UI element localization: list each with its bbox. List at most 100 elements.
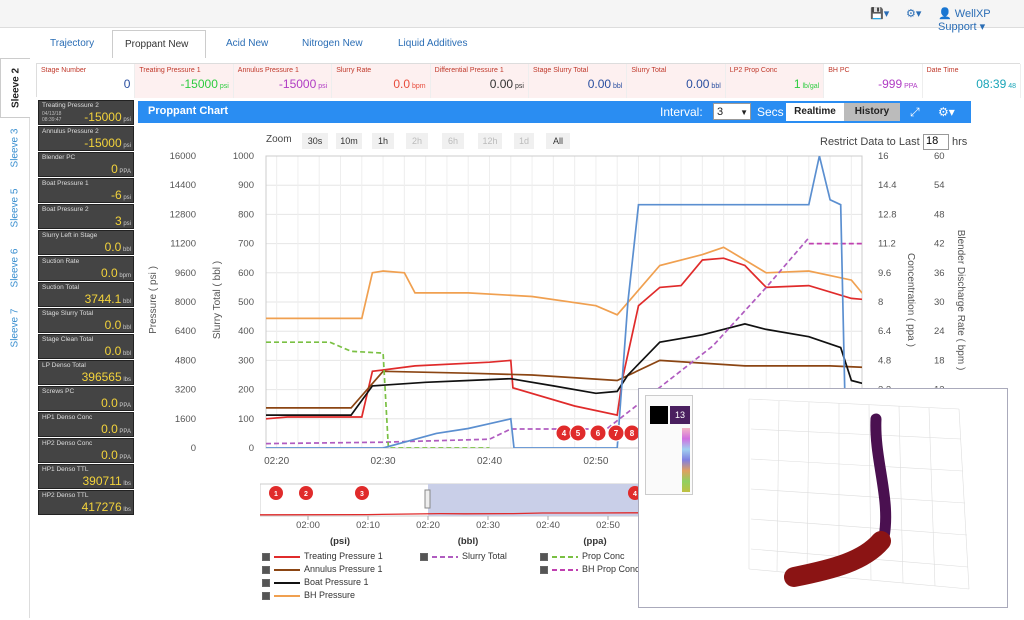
status-value: 0 xyxy=(124,77,131,91)
pressure-tick: 14400 xyxy=(170,180,196,191)
gauge-label: Suction Rate xyxy=(42,258,80,265)
wellbore-3d-view[interactable]: 13 xyxy=(638,388,1008,608)
time-tick: 02:40 xyxy=(477,456,502,467)
conc-tick: 8 xyxy=(878,297,883,308)
gauge-value: -15000 psi xyxy=(84,110,131,124)
legend-item-prop-conc[interactable]: Prop Conc xyxy=(540,551,625,561)
legend-item-treating-pressure-1[interactable]: Treating Pressure 1 xyxy=(262,551,383,561)
slurry-tick: 900 xyxy=(238,180,254,191)
nav-tick: 02:30 xyxy=(476,520,500,531)
conc-axis-title: Concentration ( ppa ) xyxy=(905,253,916,347)
slurry-tick: 500 xyxy=(238,297,254,308)
tab-sleeve-2[interactable]: Sleeve 2 xyxy=(0,58,30,118)
restrict-unit: hrs xyxy=(952,136,968,148)
tab-sleeve-3[interactable]: Sleeve 3 xyxy=(0,118,30,178)
gauge-value: 0.0 bbl xyxy=(105,318,131,332)
conc-tick: 12.8 xyxy=(878,209,897,220)
history-button[interactable]: History xyxy=(844,103,900,121)
zoom-button-6h[interactable]: 6h xyxy=(442,133,464,149)
pressure-tick: 3200 xyxy=(175,385,196,396)
gauge-label: Slurry Left in Stage xyxy=(42,232,98,239)
legend-checkbox[interactable] xyxy=(420,552,428,561)
status-number: 0.00 xyxy=(587,77,612,91)
zoom-button-all[interactable]: All xyxy=(546,133,570,149)
conc-tick: 9.6 xyxy=(878,268,891,279)
legend-checkbox[interactable] xyxy=(540,565,548,574)
user-menu[interactable]: 👤 WellXP Support ▾ xyxy=(938,7,1024,33)
status-label: Date Time xyxy=(926,67,959,74)
legend-item-annulus-pressure-1[interactable]: Annulus Pressure 1 xyxy=(262,564,383,574)
legend-checkbox[interactable] xyxy=(262,578,270,587)
zoom-button-12h[interactable]: 12h xyxy=(478,133,502,149)
gauge-unit: bbl xyxy=(121,299,131,305)
zoom-button-1h[interactable]: 1h xyxy=(372,133,394,149)
legend-checkbox[interactable] xyxy=(262,552,270,561)
interval-label: Interval: xyxy=(660,105,703,119)
tab-proppant-new[interactable]: Proppant New xyxy=(112,30,206,58)
legend-item-bh-prop-conc[interactable]: BH Prop Conc xyxy=(540,564,640,574)
navigator-selection[interactable] xyxy=(428,484,640,516)
status-number: 0 xyxy=(123,77,131,91)
rate-tick: 24 xyxy=(934,326,945,337)
tab-sleeve-7[interactable]: Sleeve 7 xyxy=(0,298,30,358)
zoom-button-10m[interactable]: 10m xyxy=(336,133,362,149)
gauge-number: 417276 xyxy=(81,500,122,514)
zoom-button-2h[interactable]: 2h xyxy=(406,133,428,149)
wellbore-3d-canvas xyxy=(748,398,970,590)
legend-checkbox[interactable] xyxy=(262,591,270,600)
legend-item-boat-pressure-1[interactable]: Boat Pressure 1 xyxy=(262,577,369,587)
realtime-button[interactable]: Realtime xyxy=(786,103,844,121)
legend-swatch xyxy=(274,581,300,584)
tab-sleeve-6[interactable]: Sleeve 6 xyxy=(0,238,30,298)
status-unit: 48 xyxy=(1006,83,1016,90)
legend-item-bh-pressure[interactable]: BH Pressure xyxy=(262,590,355,600)
slurry-tick: 700 xyxy=(238,239,254,250)
zoom-button-1d[interactable]: 1d xyxy=(514,133,534,149)
gauge-label: HP1 Denso TTL xyxy=(42,466,89,473)
status-treating-pressure-1: Treating Pressure 1 -15000 psi xyxy=(135,64,234,98)
zoom-button-30s[interactable]: 30s xyxy=(302,133,328,149)
gauge-suction-rate: Suction Rate 0.0 bpm xyxy=(38,256,134,281)
interval-select[interactable]: 3 ▼ xyxy=(713,103,751,120)
nav-event-label: 2 xyxy=(304,491,308,498)
pressure-tick: 1600 xyxy=(175,414,196,425)
gauge-label: Treating Pressure 2 xyxy=(42,102,99,109)
legend-item-slurry-total[interactable]: Slurry Total xyxy=(420,551,507,561)
nav-tick: 02:50 xyxy=(596,520,620,531)
conc-tick: 14.4 xyxy=(878,180,897,191)
tab-nitrogen-new[interactable]: Nitrogen New xyxy=(290,30,375,58)
save-icon[interactable]: 💾▾ xyxy=(870,7,889,20)
chart-settings-icon[interactable]: ⚙▾ xyxy=(938,105,955,119)
navigator-handle[interactable] xyxy=(424,489,431,509)
legend-checkbox[interactable] xyxy=(540,552,548,561)
legend-swatch xyxy=(274,568,300,571)
time-navigator[interactable]: 1 2 3 4 02:00 02:10 02:20 02:30 02:40 02:50 (psi) (… xyxy=(260,478,640,546)
gauge-value: 0.0 PPA xyxy=(101,422,131,436)
gauge-unit: bbl xyxy=(121,325,131,331)
conc-tick: 16 xyxy=(878,151,889,162)
slurry-tick: 0 xyxy=(249,443,254,454)
event-marker-label: 6 xyxy=(596,429,601,438)
status-unit: PPA xyxy=(902,83,918,90)
tab-acid-new[interactable]: Acid New xyxy=(214,30,280,58)
gauge-label: Screws PC xyxy=(42,388,75,395)
gauge-label: HP1 Denso Conc xyxy=(42,414,93,421)
slurry-tick: 200 xyxy=(238,385,254,396)
gauge-value: 0.0 bbl xyxy=(105,344,131,358)
gauge-unit: PPA xyxy=(117,429,131,435)
fullscreen-icon[interactable]: ⤢ xyxy=(910,105,920,120)
gauge-hp1-denso-ttl: HP1 Denso TTL 390711 lbs xyxy=(38,464,134,489)
status-date-time: Date Time 08:39 48 xyxy=(922,64,1021,98)
legend-swatch xyxy=(274,594,300,597)
nav-tick: 02:00 xyxy=(296,520,320,531)
tab-sleeve-5[interactable]: Sleeve 5 xyxy=(0,178,30,238)
status-slurry-total: Slurry Total 0.00 bbl xyxy=(627,64,726,98)
legend-checkbox[interactable] xyxy=(262,565,270,574)
tab-trajectory[interactable]: Trajectory xyxy=(38,30,106,58)
restrict-hours-input[interactable]: 18 xyxy=(923,134,949,150)
series-bh-pressure xyxy=(266,246,862,320)
tab-liquid-additives[interactable]: Liquid Additives xyxy=(386,30,480,58)
status-annulus-pressure-1: Annulus Pressure 1 -15000 psi xyxy=(233,64,333,98)
status-value: 0.00 bbl xyxy=(588,77,623,91)
gear-icon[interactable]: ⚙▾ xyxy=(906,7,921,20)
